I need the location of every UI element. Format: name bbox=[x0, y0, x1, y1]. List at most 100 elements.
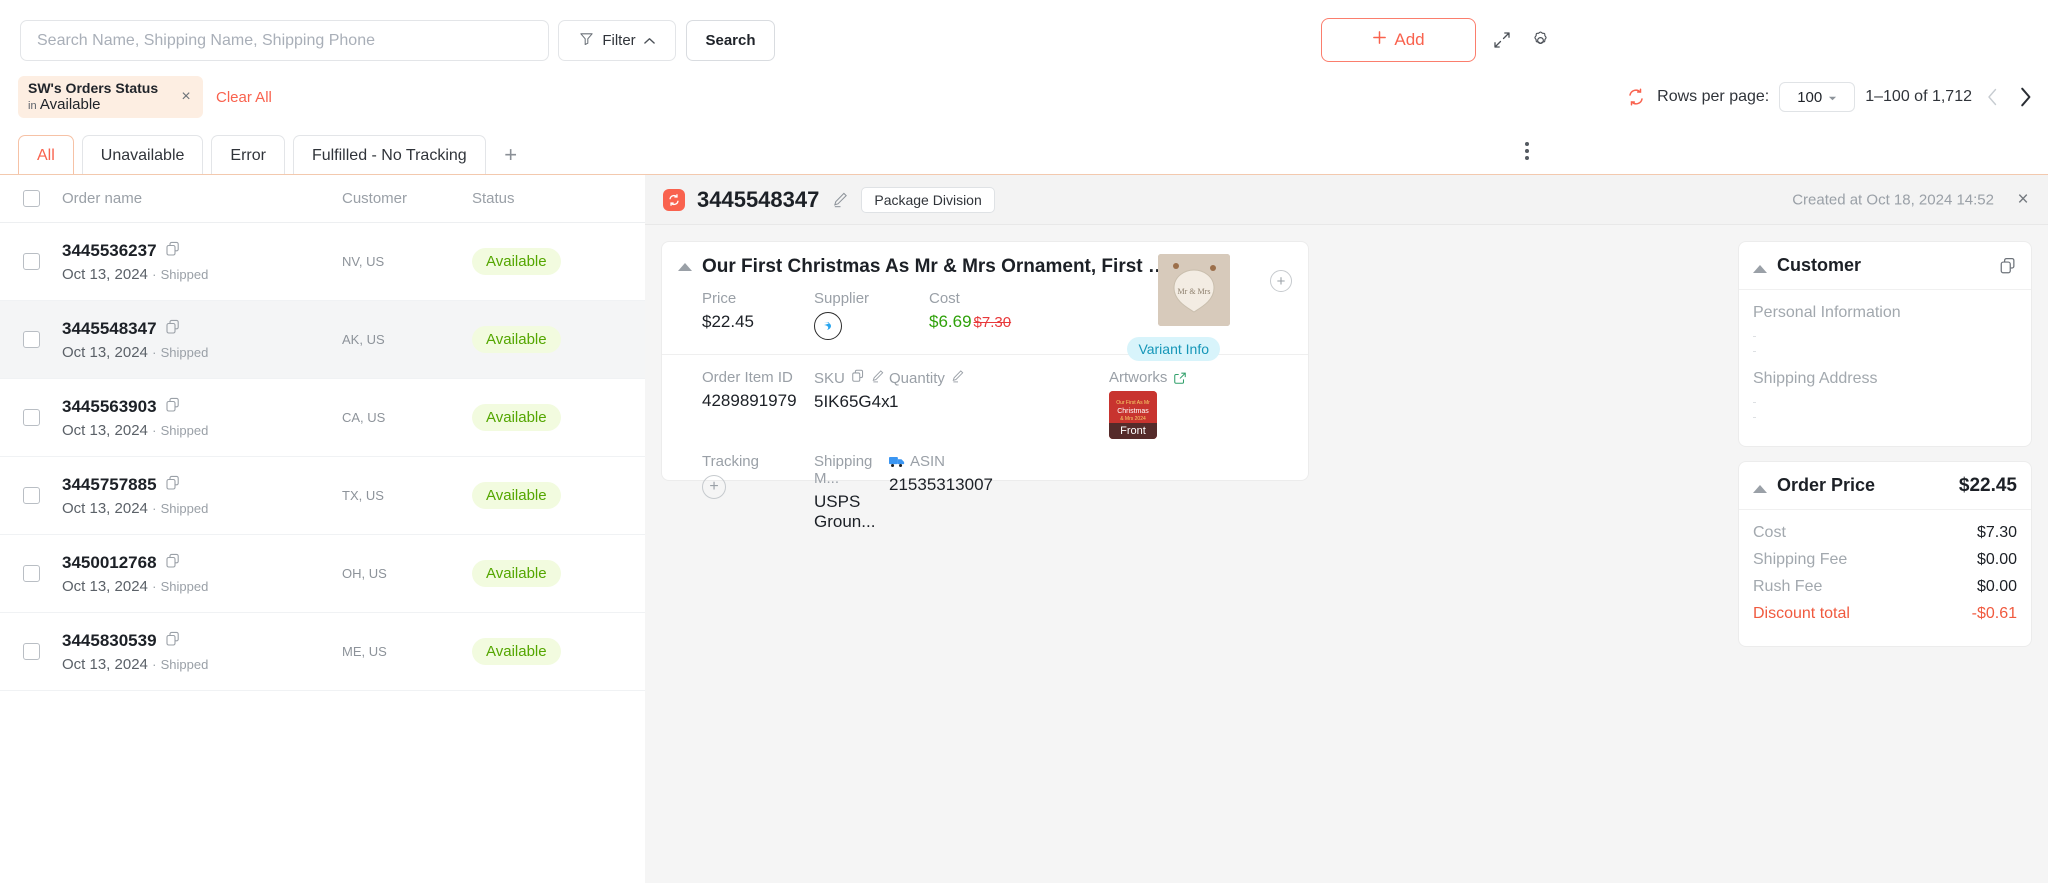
column-status[interactable]: Status bbox=[472, 190, 645, 207]
copy-icon[interactable] bbox=[165, 397, 181, 418]
row-order-cell: 3445757885 Oct 13, 2024 · Shipped bbox=[62, 475, 342, 517]
copy-icon[interactable] bbox=[165, 553, 181, 574]
collapse-caret-icon[interactable] bbox=[1753, 265, 1767, 273]
order-sep: · bbox=[152, 266, 157, 282]
sku-field: SKU 5IK65G4x bbox=[814, 369, 890, 439]
collapse-caret-icon[interactable] bbox=[1753, 485, 1767, 493]
quantity-value: 1 bbox=[889, 392, 899, 411]
artwork-thumbnail[interactable]: Our First As Mr Christmas & Mrs 2024 Fro… bbox=[1109, 391, 1157, 439]
app-root: Filter Search Add SW's Orders Status in … bbox=[0, 0, 2048, 883]
rows-per-page-value: 100 bbox=[1797, 88, 1823, 106]
order-number: 3445757885 bbox=[62, 475, 342, 496]
filter-chip-close-icon[interactable]: × bbox=[177, 88, 195, 106]
status-badge: Available bbox=[472, 560, 561, 587]
copy-icon[interactable] bbox=[165, 475, 181, 496]
price-row-value: $0.00 bbox=[1976, 551, 2017, 568]
row-order-cell: 3450012768 Oct 13, 2024 · Shipped bbox=[62, 553, 342, 595]
select-all-checkbox[interactable] bbox=[22, 190, 40, 207]
svg-text:Mr & Mrs: Mr & Mrs bbox=[1178, 287, 1211, 296]
product-detail-row: Order Item ID 4289891979 SKU 5IK65G4x Qu… bbox=[678, 369, 1292, 439]
select-all-cell bbox=[0, 190, 62, 207]
price-row-value: -$0.61 bbox=[1971, 605, 2017, 622]
copy-icon[interactable] bbox=[165, 241, 181, 262]
order-ship-status: Shipped bbox=[160, 266, 209, 282]
table-row[interactable]: 3445757885 Oct 13, 2024 · Shipped TX, US… bbox=[0, 457, 645, 535]
copy-icon[interactable] bbox=[165, 319, 181, 340]
created-at-text: Created at Oct 18, 2024 14:52 bbox=[1792, 191, 1994, 208]
price-row: Cost $7.30 bbox=[1753, 524, 2017, 542]
pagination-range: 1–100 of 1,712 bbox=[1865, 88, 1972, 105]
row-status-cell: Available bbox=[472, 404, 645, 431]
package-division-button[interactable]: Package Division bbox=[861, 186, 995, 213]
row-checkbox[interactable] bbox=[22, 643, 40, 660]
price-row-key: Discount total bbox=[1753, 605, 1850, 622]
tab-all[interactable]: All bbox=[18, 135, 74, 175]
variant-info-chip[interactable]: Variant Info bbox=[1127, 337, 1220, 361]
edit-pencil-icon[interactable] bbox=[831, 191, 849, 209]
order-item-id-value: 4289891979 bbox=[702, 391, 797, 410]
row-order-cell: 3445536237 Oct 13, 2024 · Shipped bbox=[62, 241, 342, 283]
add-product-icon[interactable]: + bbox=[1270, 270, 1292, 292]
table-row[interactable]: 3445830539 Oct 13, 2024 · Shipped ME, US… bbox=[0, 613, 645, 691]
row-checkbox[interactable] bbox=[22, 487, 40, 504]
external-link-icon[interactable] bbox=[1173, 371, 1187, 385]
order-date: Oct 13, 2024 · Shipped bbox=[62, 422, 342, 439]
row-checkbox[interactable] bbox=[22, 409, 40, 426]
order-number: 3445548347 bbox=[62, 319, 342, 340]
row-customer: ME, US bbox=[342, 644, 387, 659]
table-row[interactable]: 3445536237 Oct 13, 2024 · Shipped NV, US… bbox=[0, 223, 645, 301]
filter-button[interactable]: Filter bbox=[558, 20, 676, 61]
kebab-dot bbox=[1525, 156, 1529, 160]
table-row[interactable]: 3450012768 Oct 13, 2024 · Shipped OH, US… bbox=[0, 535, 645, 613]
price-value: $22.45 bbox=[702, 312, 754, 331]
shipping-method-field: Shipping M... USPS Groun... bbox=[814, 453, 889, 532]
search-button[interactable]: Search bbox=[686, 20, 775, 61]
more-options-icon[interactable] bbox=[1515, 137, 1539, 165]
tab-error[interactable]: Error bbox=[211, 135, 285, 175]
column-order-name[interactable]: Order name bbox=[62, 190, 342, 207]
truck-icon bbox=[889, 455, 905, 468]
row-order-cell: 3445563903 Oct 13, 2024 · Shipped bbox=[62, 397, 342, 439]
order-date: Oct 13, 2024 · Shipped bbox=[62, 656, 342, 673]
supplier-icon[interactable] bbox=[814, 312, 842, 340]
refresh-icon[interactable] bbox=[1625, 86, 1647, 108]
row-select-cell bbox=[0, 565, 62, 582]
filter-chip[interactable]: SW's Orders Status in Available × bbox=[18, 76, 203, 118]
order-price-header: Order Price $22.45 bbox=[1739, 462, 2031, 510]
cost-values: $6.69 $7.30 bbox=[929, 312, 1011, 332]
row-status-cell: Available bbox=[472, 638, 645, 665]
tab-fulfilled-no-tracking[interactable]: Fulfilled - No Tracking bbox=[292, 135, 486, 175]
gear-icon[interactable] bbox=[1524, 24, 1556, 56]
table-row[interactable]: 3445548347 Oct 13, 2024 · Shipped AK, US… bbox=[0, 301, 645, 379]
add-tracking-icon[interactable]: + bbox=[702, 475, 726, 499]
shipping-method-label: Shipping M... bbox=[814, 453, 889, 487]
tracking-label: Tracking bbox=[702, 453, 759, 470]
row-checkbox[interactable] bbox=[22, 331, 40, 348]
close-icon[interactable]: × bbox=[2012, 189, 2034, 211]
copy-icon[interactable] bbox=[165, 631, 181, 652]
collapse-caret-icon[interactable] bbox=[678, 263, 692, 271]
prev-page-button[interactable] bbox=[1982, 84, 2004, 110]
order-number: 3445563903 bbox=[62, 397, 342, 418]
add-tab-button[interactable]: + bbox=[494, 135, 528, 175]
tab-unavailable[interactable]: Unavailable bbox=[81, 135, 204, 175]
column-customer[interactable]: Customer bbox=[342, 190, 472, 207]
edit-pencil-icon[interactable] bbox=[871, 369, 885, 387]
status-badge: Available bbox=[472, 404, 561, 431]
copy-icon[interactable] bbox=[851, 369, 865, 387]
search-input[interactable] bbox=[20, 20, 549, 61]
row-checkbox[interactable] bbox=[22, 253, 40, 270]
clear-all-button[interactable]: Clear All bbox=[216, 89, 272, 106]
order-item-id-label: Order Item ID bbox=[702, 369, 793, 386]
rows-per-page-select[interactable]: 100 bbox=[1779, 82, 1856, 112]
edit-pencil-icon[interactable] bbox=[951, 369, 965, 387]
copy-icon[interactable] bbox=[1999, 257, 2017, 275]
row-checkbox[interactable] bbox=[22, 565, 40, 582]
customer-title: Customer bbox=[1777, 255, 1862, 275]
table-row[interactable]: 3445563903 Oct 13, 2024 · Shipped CA, US… bbox=[0, 379, 645, 457]
expand-icon[interactable] bbox=[1486, 24, 1518, 56]
add-button[interactable]: Add bbox=[1321, 18, 1476, 62]
price-row-key: Shipping Fee bbox=[1753, 551, 1848, 568]
order-sep: · bbox=[152, 656, 157, 672]
next-page-button[interactable] bbox=[2014, 84, 2036, 110]
